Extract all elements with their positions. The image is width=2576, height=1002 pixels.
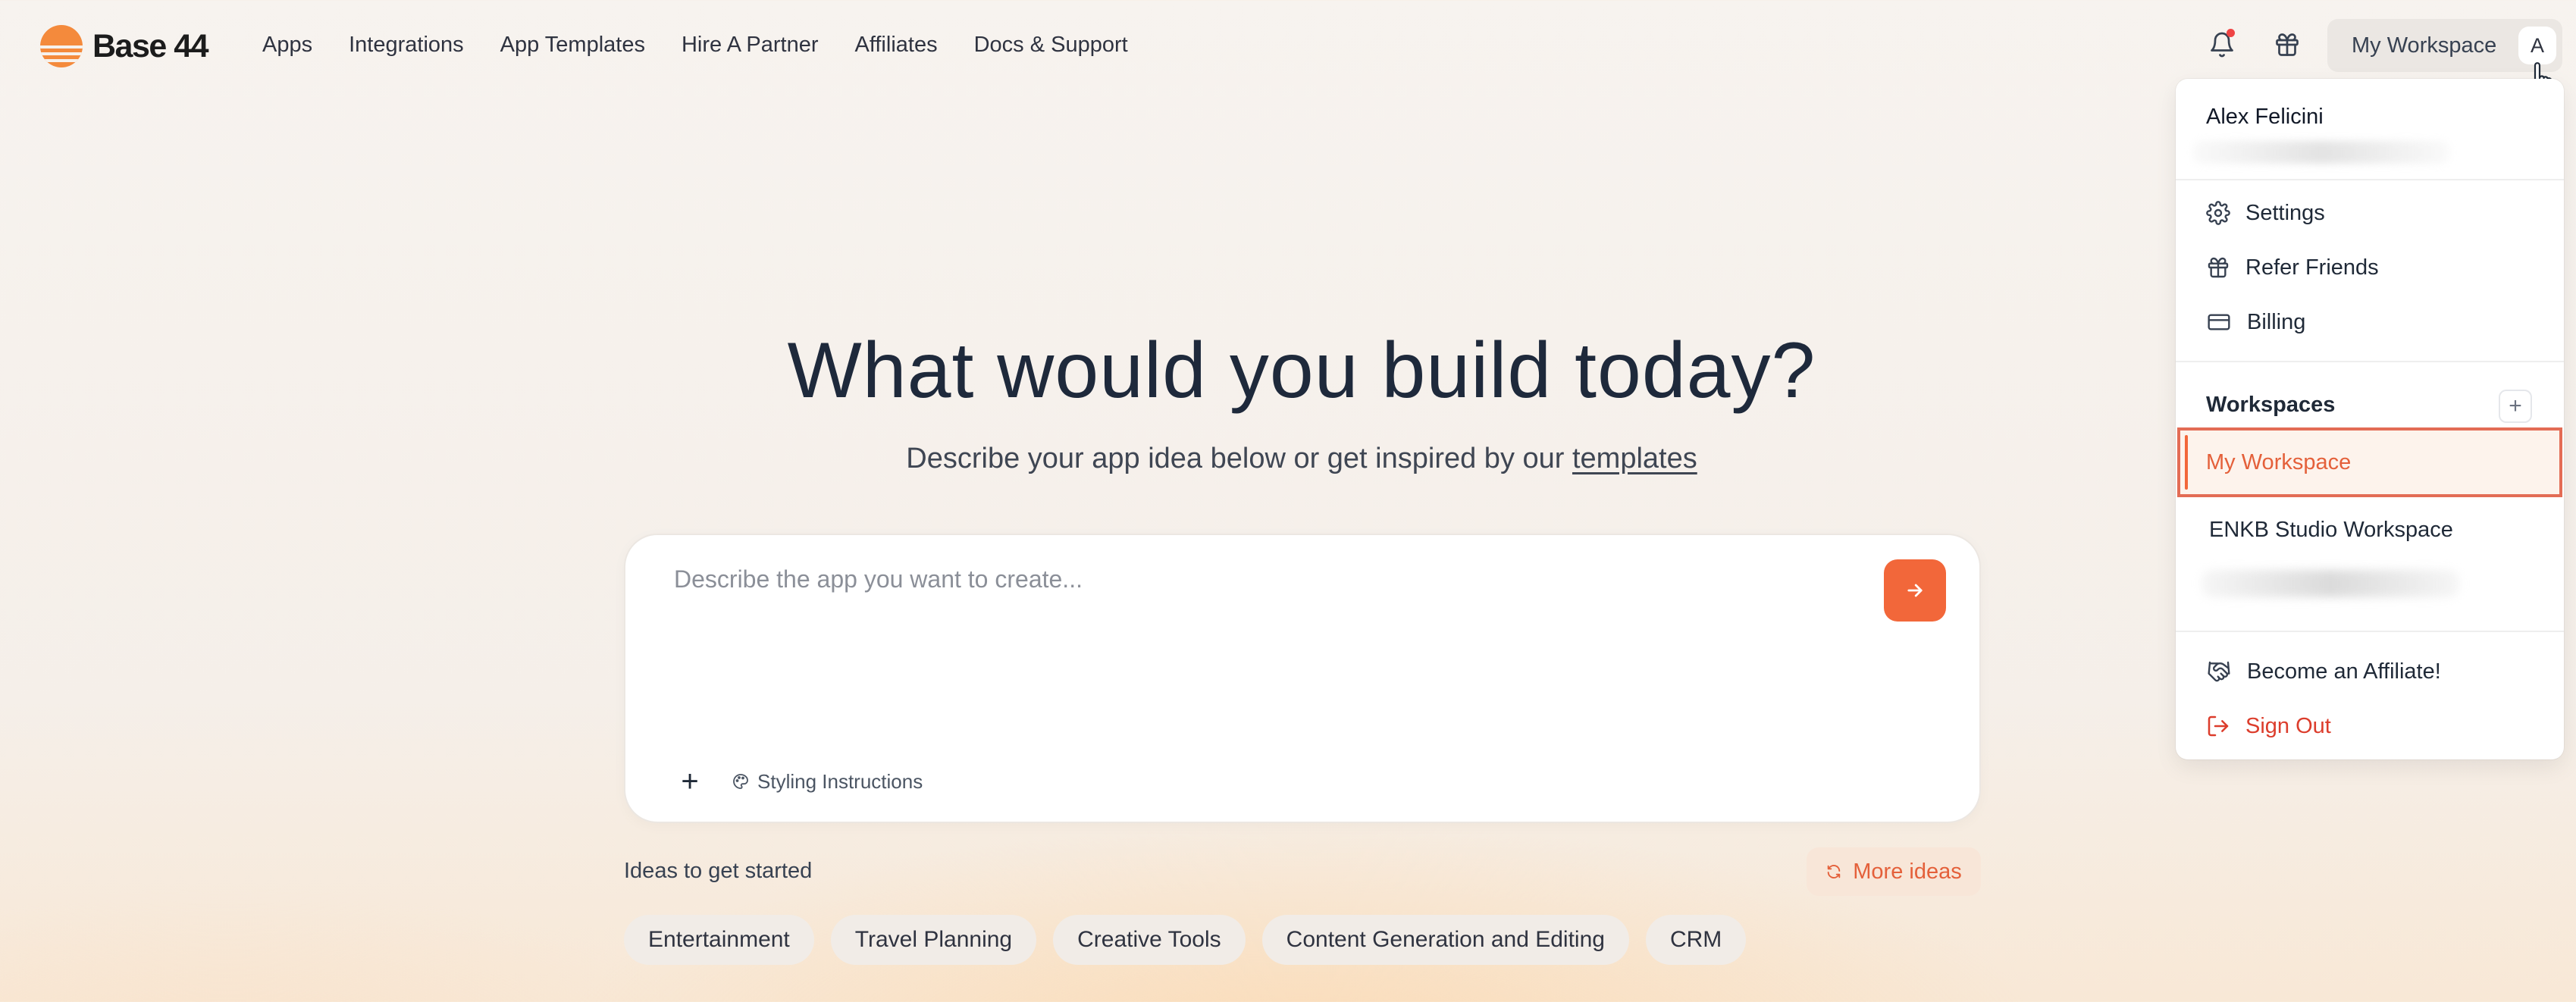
- menu-divider: [2176, 361, 2564, 362]
- handshake-icon: [2208, 661, 2230, 682]
- nav-docs-support[interactable]: Docs & Support: [974, 29, 1128, 61]
- templates-link[interactable]: templates: [1572, 443, 1697, 474]
- workspace-item-redacted[interactable]: [2202, 570, 2459, 597]
- menu-divider: [2176, 179, 2564, 180]
- menu-item-settings[interactable]: Settings: [2206, 194, 2325, 232]
- gift-button[interactable]: [2267, 24, 2308, 65]
- refresh-icon: [1828, 865, 1841, 878]
- menu-divider: [2176, 631, 2564, 632]
- menu-item-become-affiliate[interactable]: Become an Affiliate!: [2206, 653, 2441, 690]
- nav-hire-a-partner[interactable]: Hire A Partner: [682, 29, 819, 61]
- notification-dot: [2227, 29, 2235, 37]
- logo-icon: [40, 25, 83, 67]
- menu-item-label: Sign Out: [2245, 713, 2331, 738]
- sign-out-icon: [2208, 715, 2229, 737]
- account-menu: Alex Felicini Settings Refer Friends Bil…: [2176, 79, 2564, 759]
- styling-instructions-label: Styling Instructions: [757, 769, 923, 793]
- prompt-box: + Styling Instructions: [624, 534, 1981, 823]
- menu-item-label: Become an Affiliate!: [2247, 659, 2441, 684]
- menu-item-billing[interactable]: Billing: [2206, 303, 2305, 341]
- menu-item-label: Settings: [2245, 200, 2325, 225]
- hero-subtitle-text: Describe your app idea below or get insp…: [906, 443, 1565, 474]
- account-email-redacted: [2192, 141, 2450, 164]
- gift-icon: [2276, 33, 2299, 56]
- main-nav: Apps Integrations App Templates Hire A P…: [262, 29, 1164, 61]
- top-navigation: Base 44 Apps Integrations App Templates …: [0, 0, 2576, 100]
- idea-chip-crm[interactable]: CRM: [1645, 915, 1747, 965]
- nav-integrations[interactable]: Integrations: [349, 29, 464, 61]
- more-ideas-label: More ideas: [1853, 859, 1962, 884]
- nav-affiliates[interactable]: Affiliates: [855, 29, 938, 61]
- nav-apps[interactable]: Apps: [262, 29, 312, 61]
- add-workspace-button[interactable]: +: [2499, 390, 2532, 423]
- brand-name: Base 44: [92, 27, 209, 64]
- idea-chip-entertainment[interactable]: Entertainment: [624, 915, 814, 965]
- palette-icon: [733, 774, 748, 789]
- workspace-item-enkb-studio[interactable]: ENKB Studio Workspace: [2209, 511, 2453, 549]
- styling-instructions-button[interactable]: Styling Instructions: [732, 766, 923, 797]
- gift-icon: [2208, 257, 2229, 278]
- menu-item-label: Refer Friends: [2245, 255, 2379, 280]
- menu-item-label: Billing: [2247, 309, 2306, 334]
- credit-card-icon: [2208, 314, 2230, 330]
- workspace-switcher-label: My Workspace: [2352, 33, 2497, 58]
- ideas-label: Ideas to get started: [624, 859, 813, 883]
- submit-button[interactable]: [1884, 559, 1946, 622]
- workspaces-heading: Workspaces: [2206, 393, 2336, 417]
- workspace-item-my-workspace[interactable]: My Workspace: [2177, 427, 2562, 497]
- notifications-button[interactable]: [2202, 24, 2242, 65]
- idea-chip-creative-tools[interactable]: Creative Tools: [1053, 915, 1246, 965]
- menu-item-refer-friends[interactable]: Refer Friends: [2206, 249, 2379, 287]
- gear-icon: [2206, 201, 2230, 225]
- idea-chips: Entertainment Travel Planning Creative T…: [624, 915, 1747, 965]
- avatar: A: [2518, 27, 2556, 64]
- idea-chip-travel-planning[interactable]: Travel Planning: [830, 915, 1037, 965]
- arrow-right-icon: [1907, 584, 1923, 597]
- account-user-name: Alex Felicini: [2206, 105, 2324, 129]
- nav-app-templates[interactable]: App Templates: [500, 29, 645, 61]
- more-ideas-button[interactable]: More ideas: [1807, 847, 1981, 896]
- app-description-input[interactable]: [674, 565, 1857, 717]
- brand-logo[interactable]: Base 44: [39, 24, 209, 68]
- add-attachment-button[interactable]: +: [671, 762, 709, 800]
- menu-item-sign-out[interactable]: Sign Out: [2206, 707, 2331, 745]
- idea-chip-content-generation[interactable]: Content Generation and Editing: [1261, 915, 1629, 965]
